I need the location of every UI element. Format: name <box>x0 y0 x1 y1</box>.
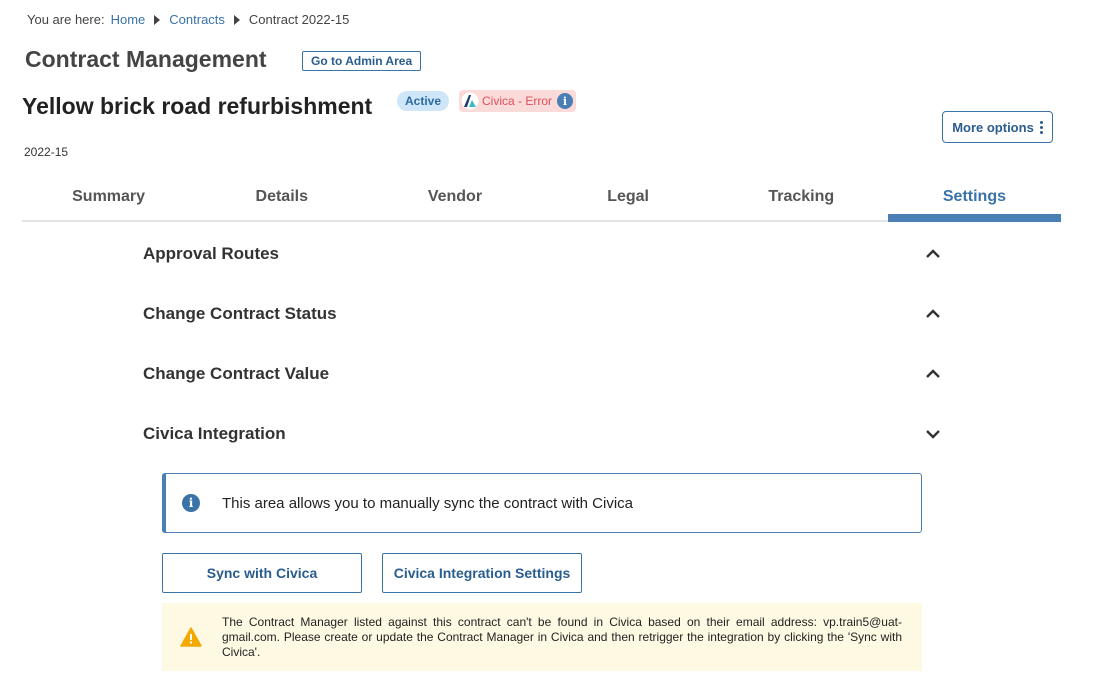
civica-warning-box: The Contract Manager listed against this… <box>162 603 922 671</box>
chevron-up-icon <box>926 249 940 258</box>
page-title: Contract Management <box>25 46 267 72</box>
section-title: Change Contract Status <box>143 304 337 323</box>
civica-info-text: This area allows you to manually sync th… <box>222 494 634 512</box>
section-change-contract-value[interactable]: Change Contract Value <box>143 359 943 389</box>
sync-with-civica-button[interactable]: Sync with Civica <box>162 553 362 593</box>
section-title: Change Contract Value <box>143 364 330 383</box>
breadcrumb-link-contracts[interactable]: Contracts <box>169 12 225 27</box>
breadcrumb-link-home[interactable]: Home <box>111 12 146 27</box>
breadcrumb: You are here: Home Contracts Contract 20… <box>27 12 349 27</box>
info-icon: i <box>182 494 200 512</box>
go-to-admin-area-button[interactable]: Go to Admin Area <box>302 51 422 71</box>
info-icon[interactable]: i <box>557 93 574 109</box>
tab-vendor[interactable]: Vendor <box>368 176 541 220</box>
contract-title: Yellow brick road refurbishment <box>22 93 373 119</box>
more-options-button[interactable]: More options <box>942 111 1053 143</box>
tab-settings[interactable]: Settings <box>887 176 1062 222</box>
chevron-up-icon <box>926 309 940 318</box>
triangle-right-icon <box>154 14 161 25</box>
section-civica-integration[interactable]: Civica Integration <box>143 419 943 449</box>
tab-summary[interactable]: Summary <box>22 176 195 220</box>
section-title: Approval Routes <box>143 244 280 263</box>
breadcrumb-prefix: You are here: <box>27 12 105 27</box>
warning-icon <box>180 627 202 647</box>
tab-tracking[interactable]: Tracking <box>715 176 888 220</box>
civica-logo-icon <box>461 92 479 110</box>
civica-error-badge: Civica - Error i <box>459 90 577 112</box>
section-change-contract-status[interactable]: Change Contract Status <box>143 299 943 329</box>
tab-legal[interactable]: Legal <box>542 176 715 220</box>
civica-warning-text: The Contract Manager listed against this… <box>222 614 902 659</box>
civica-info-box: i This area allows you to manually sync … <box>162 473 922 533</box>
contract-code: 2022-15 <box>24 145 69 159</box>
triangle-right-icon <box>233 14 240 25</box>
tab-details[interactable]: Details <box>195 176 368 220</box>
section-title: Civica Integration <box>143 424 286 443</box>
more-options-label: More options <box>952 119 1034 135</box>
section-approval-routes[interactable]: Approval Routes <box>143 239 943 269</box>
kebab-vertical-icon <box>1039 120 1043 134</box>
tab-bar: Summary Details Vendor Legal Tracking Se… <box>22 176 1062 222</box>
status-badge: Active <box>397 91 450 111</box>
breadcrumb-current: Contract 2022-15 <box>248 12 350 27</box>
civica-integration-settings-button[interactable]: Civica Integration Settings <box>382 553 582 593</box>
chevron-down-icon <box>926 430 940 439</box>
civica-error-label: Civica - Error <box>482 94 553 108</box>
chevron-up-icon <box>926 369 940 378</box>
